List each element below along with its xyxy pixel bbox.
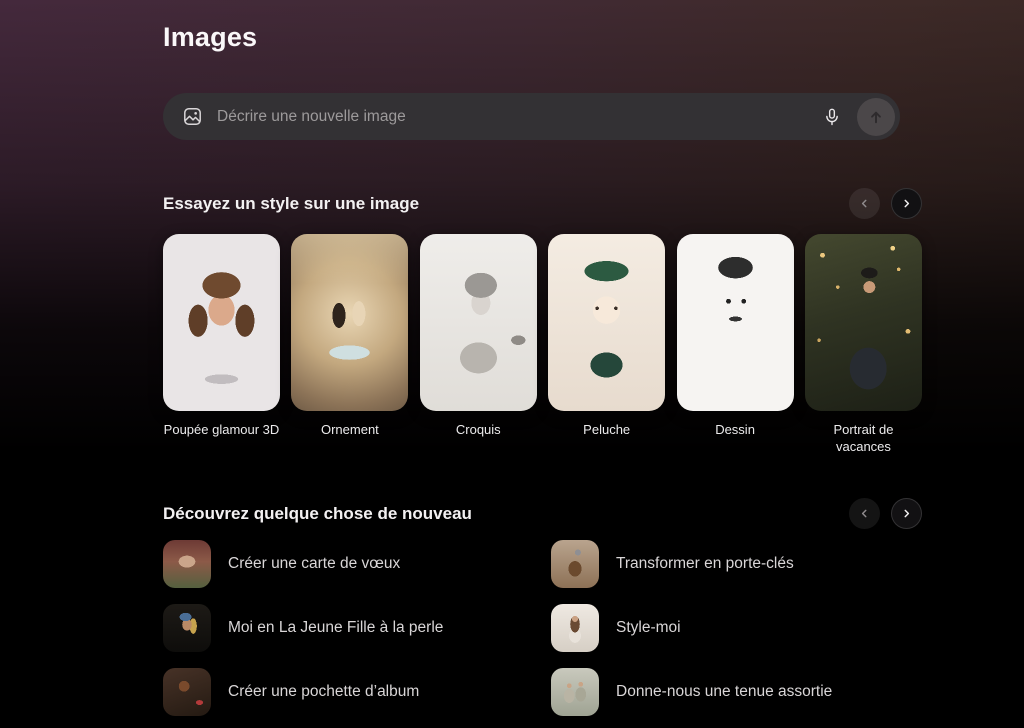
style-card-peluche[interactable]: Peluche — [548, 234, 665, 455]
send-button[interactable] — [857, 98, 895, 136]
discover-item-pochette-album[interactable]: Créer une pochette d’album — [163, 668, 551, 716]
style-card-label: Ornement — [291, 422, 408, 439]
discover-thumb-matching-couple — [551, 668, 599, 716]
style-cards-row: Poupée glamour 3D Ornement Croquis Peluc… — [163, 234, 922, 455]
discover-item-jeune-fille-a-la-perle[interactable]: Moi en La Jeune Fille à la perle — [163, 604, 551, 652]
discover-section-header: Découvrez quelque chose de nouveau — [163, 498, 922, 529]
style-card-image-ink-drawing — [677, 234, 794, 411]
styles-prev-button[interactable] — [849, 188, 880, 219]
microphone-button[interactable] — [813, 98, 851, 136]
styles-section-heading: Essayez un style sur une image — [163, 194, 419, 214]
style-card-image-cats-ornament — [291, 234, 408, 411]
style-card-image-pencil-sketch — [420, 234, 537, 411]
page-title: Images — [163, 22, 257, 53]
chevron-left-icon — [857, 506, 872, 521]
discover-item-carte-de-voeux[interactable]: Créer une carte de vœux — [163, 540, 551, 588]
discover-thumb-dog-keychain — [551, 540, 599, 588]
style-card-label: Croquis — [420, 422, 537, 439]
discover-item-porte-cles[interactable]: Transformer en porte-clés — [551, 540, 922, 588]
discover-carousel-nav — [849, 498, 922, 529]
style-card-croquis[interactable]: Croquis — [420, 234, 537, 455]
discover-item-label: Donne-nous une tenue assortie — [616, 683, 832, 701]
style-card-ornement[interactable]: Ornement — [291, 234, 408, 455]
discover-item-label: Créer une carte de vœux — [228, 555, 400, 573]
styles-next-button[interactable] — [891, 188, 922, 219]
arrow-up-icon — [867, 108, 885, 126]
discover-item-label: Moi en La Jeune Fille à la perle — [228, 619, 443, 637]
discover-item-label: Style-moi — [616, 619, 681, 637]
discover-items-grid: Créer une carte de vœux Transformer en p… — [163, 540, 922, 716]
image-icon — [182, 106, 203, 127]
discover-thumb-woman-white-outfit — [551, 604, 599, 652]
discover-thumb-greeting-card — [163, 540, 211, 588]
prompt-bar[interactable] — [163, 93, 900, 140]
chevron-right-icon — [899, 196, 914, 211]
microphone-icon — [822, 107, 842, 127]
styles-carousel-nav — [849, 188, 922, 219]
discover-thumb-album-cover — [163, 668, 211, 716]
chevron-left-icon — [857, 196, 872, 211]
style-card-label: Peluche — [548, 422, 665, 439]
discover-next-button[interactable] — [891, 498, 922, 529]
discover-item-label: Créer une pochette d’album — [228, 683, 419, 701]
style-card-label: Poupée glamour 3D — [163, 422, 280, 439]
prompt-input[interactable] — [217, 93, 813, 140]
discover-thumb-pearl-earring — [163, 604, 211, 652]
discover-section-heading: Découvrez quelque chose de nouveau — [163, 504, 472, 524]
styles-section-header: Essayez un style sur une image — [163, 188, 922, 219]
discover-item-label: Transformer en porte-clés — [616, 555, 794, 573]
chevron-right-icon — [899, 506, 914, 521]
style-card-label: Portrait de vacances — [805, 422, 922, 455]
style-card-label: Dessin — [677, 422, 794, 439]
style-card-image-holiday-portrait — [805, 234, 922, 411]
discover-item-style-moi[interactable]: Style-moi — [551, 604, 922, 652]
style-card-image-plush-doll — [548, 234, 665, 411]
discover-prev-button[interactable] — [849, 498, 880, 529]
discover-item-tenue-assortie[interactable]: Donne-nous une tenue assortie — [551, 668, 922, 716]
style-card-poupee-glamour-3d[interactable]: Poupée glamour 3D — [163, 234, 280, 455]
style-card-portrait-de-vacances[interactable]: Portrait de vacances — [805, 234, 922, 455]
images-page: Images — [0, 0, 1024, 728]
style-card-dessin[interactable]: Dessin — [677, 234, 794, 455]
style-card-image-3d-glamour-doll — [163, 234, 280, 411]
